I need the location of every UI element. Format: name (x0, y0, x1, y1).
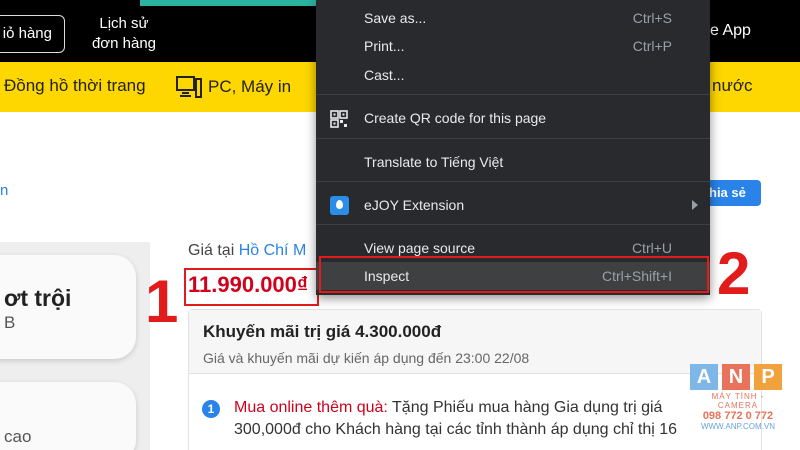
menu-item-label: Create QR code for this page (364, 110, 547, 126)
menu-item-cast[interactable]: Cast... (316, 61, 710, 89)
step-2-label: 2 (717, 240, 751, 307)
feature-card-title: ơt trội (4, 285, 72, 311)
context-menu: Save as... Ctrl+S Print... Ctrl+P Cast..… (316, 0, 710, 295)
promotion-item-highlight[interactable]: Mua online thêm quà: (234, 399, 388, 416)
menu-item-label: View page source (364, 240, 476, 256)
menu-item-shortcut: Ctrl+P (632, 38, 672, 54)
menu-item-save-as[interactable]: Save as... Ctrl+S (316, 4, 710, 32)
nav-item-pc-label: PC, Máy in (208, 77, 292, 96)
price-highlight-box (184, 268, 319, 306)
order-history-line1: Lịch sử (99, 15, 149, 32)
promotion-title: Khuyến mãi trị giá 4.300.000đ (203, 322, 442, 341)
cart-button[interactable]: iỏ hàng (0, 15, 65, 53)
logo-tagline: MÁY TÍNH - CAMERA (711, 392, 765, 410)
menu-item-label: eJOY Extension (364, 197, 465, 213)
menu-item-label: Translate to Tiếng Việt (364, 154, 504, 170)
menu-item-translate[interactable]: Translate to Tiếng Việt (316, 148, 710, 176)
menu-item-ejoy-extension[interactable]: eJOY Extension (316, 191, 710, 219)
qr-code-icon (330, 110, 348, 128)
price-location-prefix: Giá tại (188, 242, 235, 259)
feature-card[interactable]: ơt trội B (0, 255, 136, 359)
logo-letter-a: A (690, 364, 718, 390)
order-history-button[interactable]: Lịch sử đơn hàng (74, 14, 174, 58)
logo-letter-n: N (722, 364, 750, 390)
nav-item-right[interactable]: nước (712, 76, 752, 96)
nav-item-watches[interactable]: Đồng hồ thời trang (4, 76, 146, 96)
breadcrumb-link[interactable]: n (0, 182, 8, 199)
menu-item-shortcut: Ctrl+S (632, 10, 672, 26)
logo-website: WWW.ANP.COM.VN (700, 422, 776, 431)
anp-logo-letters: A N P (690, 364, 786, 390)
promotion-item-number: 1 (202, 400, 220, 418)
menu-separator (316, 94, 710, 95)
nav-item-pc-printers[interactable]: PC, Máy in (176, 76, 291, 98)
logo-phone: 098 772 0 772 (702, 410, 774, 422)
ejoy-icon (330, 196, 349, 215)
menu-item-print[interactable]: Print... Ctrl+P (316, 32, 710, 60)
order-history-line2: đơn hàng (91, 35, 157, 52)
menu-item-shortcut: Ctrl+U (631, 240, 672, 256)
app-download-link[interactable]: e App (710, 22, 751, 40)
feature-card-subtitle: B (4, 313, 16, 332)
menu-item-label: Save as... (364, 10, 427, 26)
feature-card-2[interactable]: cao (0, 382, 136, 450)
price-location: Giá tại Hồ Chí M (188, 242, 306, 260)
promotion-item: 1 Mua online thêm quà: Tặng Phiếu mua hà… (202, 397, 732, 441)
feature-card-2-text: cao (4, 427, 32, 446)
share-button[interactable]: hia sẻ (705, 180, 761, 206)
monitor-icon (176, 76, 202, 98)
menu-item-label: Cast... (364, 67, 405, 83)
submenu-arrow-icon (692, 200, 698, 210)
inspect-highlight-box (319, 256, 709, 293)
promotion-subtitle: Giá và khuyến mãi dự kiến áp dụng đến 23… (203, 350, 530, 366)
product-gallery: ơt trội B cao (0, 242, 150, 450)
menu-item-label: Print... (364, 38, 405, 54)
promotion-header: Khuyến mãi trị giá 4.300.000đ Giá và khu… (189, 310, 761, 374)
city-selector-link[interactable]: Hồ Chí M (239, 242, 307, 259)
menu-separator (316, 224, 710, 225)
menu-separator (316, 181, 710, 182)
menu-separator (316, 138, 710, 139)
logo-letter-p: P (754, 364, 782, 390)
anp-logo: A N P MÁY TÍNH - CAMERA 098 772 0 772 WW… (690, 364, 786, 434)
step-1-label: 1 (145, 268, 179, 335)
menu-item-create-qr-code[interactable]: Create QR code for this page (316, 104, 710, 132)
